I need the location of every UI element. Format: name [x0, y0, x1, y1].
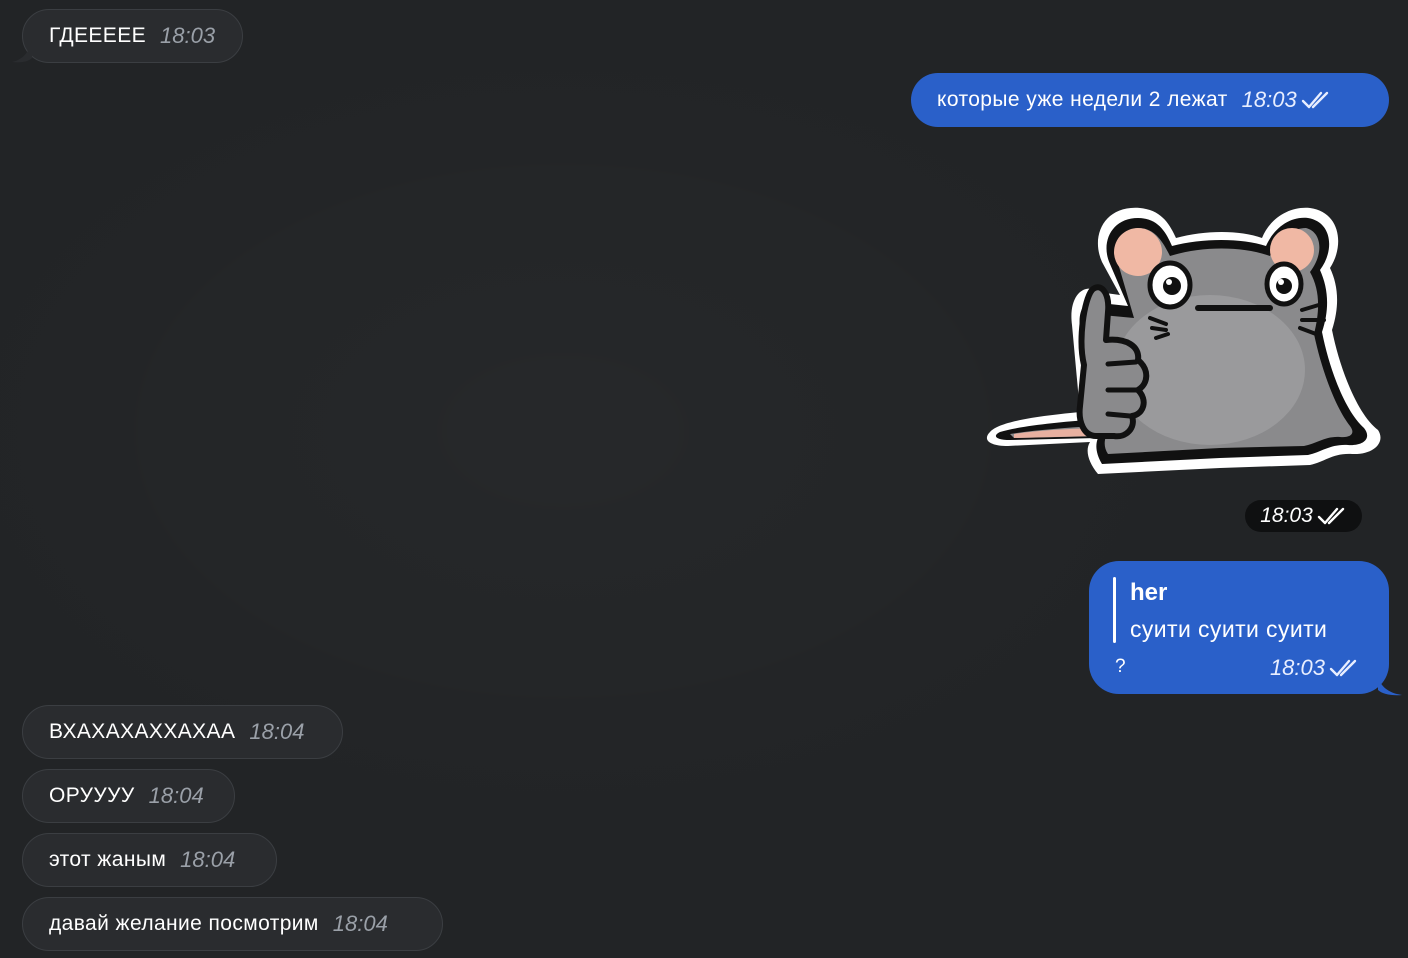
message-time: 18:03 [1260, 504, 1313, 527]
message-time: 18:03 [160, 23, 216, 48]
rat-thumbs-up-sticker[interactable] [980, 200, 1388, 482]
message-time: 18:04 [180, 847, 236, 872]
message-time: 18:03 [1241, 87, 1297, 112]
message-text: которые уже недели 2 лежат [937, 88, 1228, 111]
reply-quote-bar [1113, 577, 1116, 643]
message-time: 18:04 [249, 719, 305, 744]
double-check-icon [1301, 91, 1328, 109]
message-bubble-outgoing[interactable]: которые уже недели 2 лежат 18:03 [911, 73, 1389, 127]
message-bubble-outgoing-reply[interactable]: her суити суити суити ? 18:03 [1089, 561, 1389, 694]
bubble-tail [12, 40, 32, 63]
sticker-time-badge: 18:03 [1245, 500, 1362, 532]
message-time-group: 18:03 [1242, 87, 1331, 113]
bubble-tail [1378, 676, 1402, 696]
double-check-icon [1317, 507, 1344, 525]
message-text: ГДЕЕЕЕЕ [49, 24, 147, 47]
double-check-icon [1329, 659, 1357, 677]
message-bubble-incoming[interactable]: этот жаным 18:04 [22, 833, 277, 887]
message-bubble-incoming[interactable]: ВХАХАХАХХАХАА 18:04 [22, 705, 343, 759]
message-bubble-incoming[interactable]: ГДЕЕЕЕЕ 18:03 [22, 9, 243, 63]
chat-area: ГДЕЕЕЕЕ 18:03 которые уже недели 2 лежат… [0, 0, 1408, 958]
reply-quoted-text: суити суити суити [1130, 616, 1328, 642]
message-bubble-incoming[interactable]: ОРУУУУ 18:04 [22, 769, 235, 823]
message-time: 18:04 [332, 911, 388, 936]
message-text: ОРУУУУ [49, 784, 135, 807]
message-text: ВХАХАХАХХАХАА [49, 720, 236, 743]
message-text: этот жаным [49, 848, 167, 871]
reply-author: her [1130, 579, 1168, 606]
message-text: ? [1115, 656, 1126, 677]
message-bubble-incoming[interactable]: давай желание посмотрим 18:04 [22, 897, 443, 951]
message-time: 18:03 [1269, 655, 1325, 680]
message-text: давай желание посмотрим [49, 912, 319, 935]
message-time-group: 18:03 [1270, 655, 1359, 681]
message-time: 18:04 [148, 783, 204, 808]
